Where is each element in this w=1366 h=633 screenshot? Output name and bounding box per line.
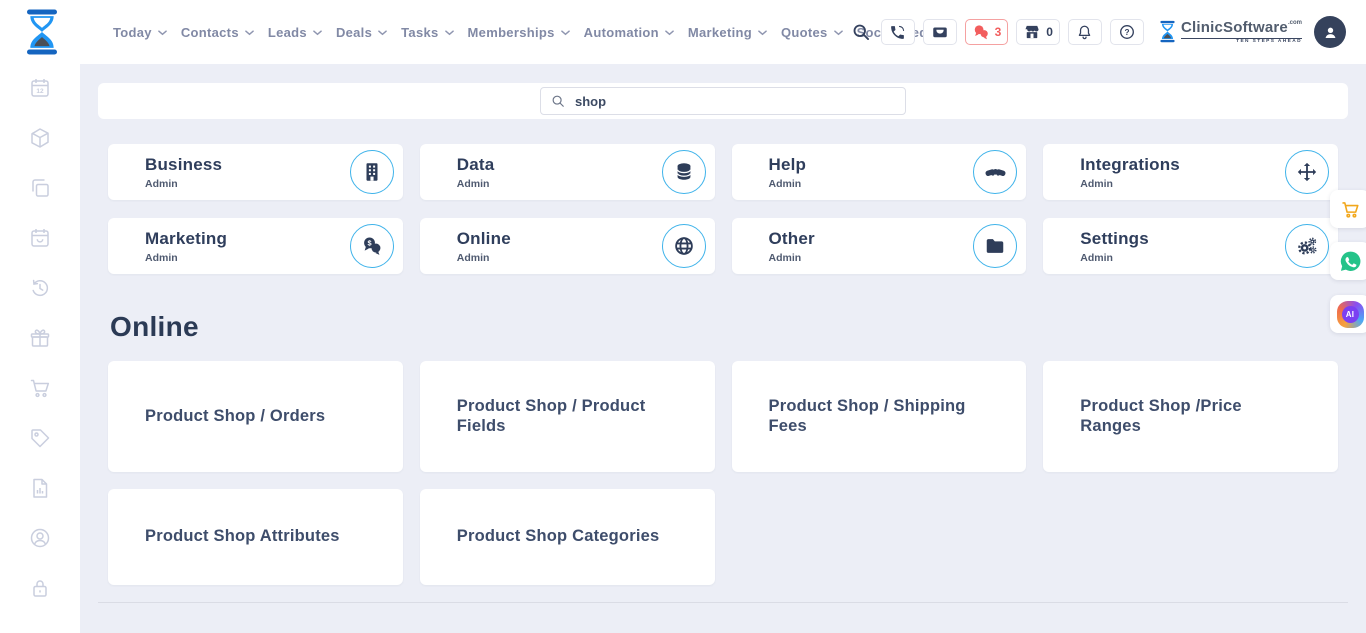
result-card-attributes[interactable]: Product Shop Attributes [108,489,403,585]
svg-text:$: $ [367,238,371,247]
results-grid: Product Shop / Orders Product Shop / Pro… [108,361,1338,585]
help-icon: ? [1118,23,1136,41]
inbox-button[interactable] [923,19,957,45]
chevron-down-icon [561,30,570,36]
bookings-calendar-icon[interactable] [28,226,52,250]
history-icon[interactable] [28,276,52,300]
notifications-button[interactable] [1068,19,1102,45]
ai-badge-icon: AI [1337,301,1364,328]
chevron-down-icon [158,30,167,36]
brand-tagline: TEN STEPS AHEAD [1181,38,1302,45]
chevron-down-icon [665,30,674,36]
svg-text:?: ? [1124,28,1129,37]
result-card-product-fields[interactable]: Product Shop / Product Fields [420,361,715,472]
nav-quotes[interactable]: Quotes [781,25,843,40]
chevron-down-icon [245,30,254,36]
category-card-business[interactable]: Business Admin [108,144,403,200]
bell-icon [1076,24,1093,41]
user-avatar[interactable] [1314,16,1346,48]
category-card-other[interactable]: Other Admin [732,218,1027,274]
gift-icon[interactable] [28,326,52,350]
report-icon[interactable] [28,476,52,500]
brand-name: ClinicSoftware [1181,19,1288,36]
search-input[interactable] [573,93,895,110]
cart-orange-icon [1340,199,1361,220]
nav-deals[interactable]: Deals [336,25,387,40]
category-card-settings[interactable]: Settings Admin [1043,218,1338,274]
floating-ai-button[interactable]: AI [1330,295,1366,333]
nav-contacts[interactable]: Contacts [181,25,254,40]
result-card-price-ranges[interactable]: Product Shop /Price Ranges [1043,361,1338,472]
chat-button[interactable]: 3 [965,19,1009,45]
category-card-online[interactable]: Online Admin [420,218,715,274]
main-content: Business Admin Data Admin Help Admin [80,64,1366,633]
store-button[interactable]: 0 [1016,19,1060,45]
top-header: Today Contacts Leads Deals Tasks Members… [0,0,1366,64]
phone-button[interactable] [881,19,915,45]
cart-icon[interactable] [28,376,52,400]
handshake-icon [973,150,1017,194]
calendar-icon[interactable]: 12 [28,76,52,100]
result-card-categories[interactable]: Product Shop Categories [420,489,715,585]
whatsapp-icon [1338,249,1363,274]
main-nav: Today Contacts Leads Deals Tasks Members… [113,0,953,64]
chat-bubbles-icon [972,23,990,41]
search-input-icon [551,94,565,108]
products-cube-icon[interactable] [28,126,52,150]
chevron-down-icon [445,30,454,36]
person-icon [1321,23,1340,42]
nav-marketing[interactable]: Marketing [688,25,767,40]
chevron-down-icon [313,30,322,36]
lock-icon[interactable] [28,576,52,600]
left-sidebar: 12 [0,64,80,633]
nav-today[interactable]: Today [113,25,167,40]
category-card-data[interactable]: Data Admin [420,144,715,200]
chat-count-badge: 3 [995,25,1002,39]
nav-automation[interactable]: Automation [584,25,674,40]
pages-copy-icon[interactable] [28,176,52,200]
search-icon[interactable] [851,22,871,42]
search-box[interactable] [540,87,906,115]
nav-leads[interactable]: Leads [268,25,322,40]
help-button[interactable]: ? [1110,19,1144,45]
svg-text:12: 12 [36,88,44,95]
building-icon [350,150,394,194]
nav-tasks[interactable]: Tasks [401,25,453,40]
floating-whatsapp-button[interactable] [1330,242,1366,280]
search-panel [98,83,1348,119]
category-card-integrations[interactable]: Integrations Admin [1043,144,1338,200]
nav-memberships[interactable]: Memberships [468,25,570,40]
chevron-down-icon [834,30,843,36]
store-count-badge: 0 [1046,25,1053,39]
globe-icon [662,224,706,268]
brand-hourglass-icon [1158,20,1177,43]
folder-icon [973,224,1017,268]
category-card-marketing[interactable]: Marketing Admin $ [108,218,403,274]
chevron-down-icon [758,30,767,36]
result-card-orders[interactable]: Product Shop / Orders [108,361,403,472]
price-tag-icon[interactable] [28,426,52,450]
brand-tld: .com [1288,20,1302,26]
gears-icon [1285,224,1329,268]
bottom-divider [98,602,1348,603]
account-icon[interactable] [28,526,52,550]
brand-logo: ClinicSoftware.com TEN STEPS AHEAD [1158,20,1302,45]
app-window: Today Contacts Leads Deals Tasks Members… [0,0,1366,633]
category-card-help[interactable]: Help Admin [732,144,1027,200]
section-title: Online [110,311,199,343]
inbox-icon [931,23,949,41]
category-grid: Business Admin Data Admin Help Admin [108,144,1338,274]
result-card-shipping-fees[interactable]: Product Shop / Shipping Fees [732,361,1027,472]
app-logo-icon[interactable] [22,7,62,57]
arrows-move-icon [1285,150,1329,194]
header-actions: 3 0 ? ClinicSoftware.com TEN STEPS AHEAD [851,0,1346,64]
chevron-down-icon [378,30,387,36]
database-icon [662,150,706,194]
phone-icon [889,24,906,41]
comments-dollar-icon: $ [350,224,394,268]
store-icon [1023,23,1041,41]
floating-cart-button[interactable] [1330,190,1366,228]
